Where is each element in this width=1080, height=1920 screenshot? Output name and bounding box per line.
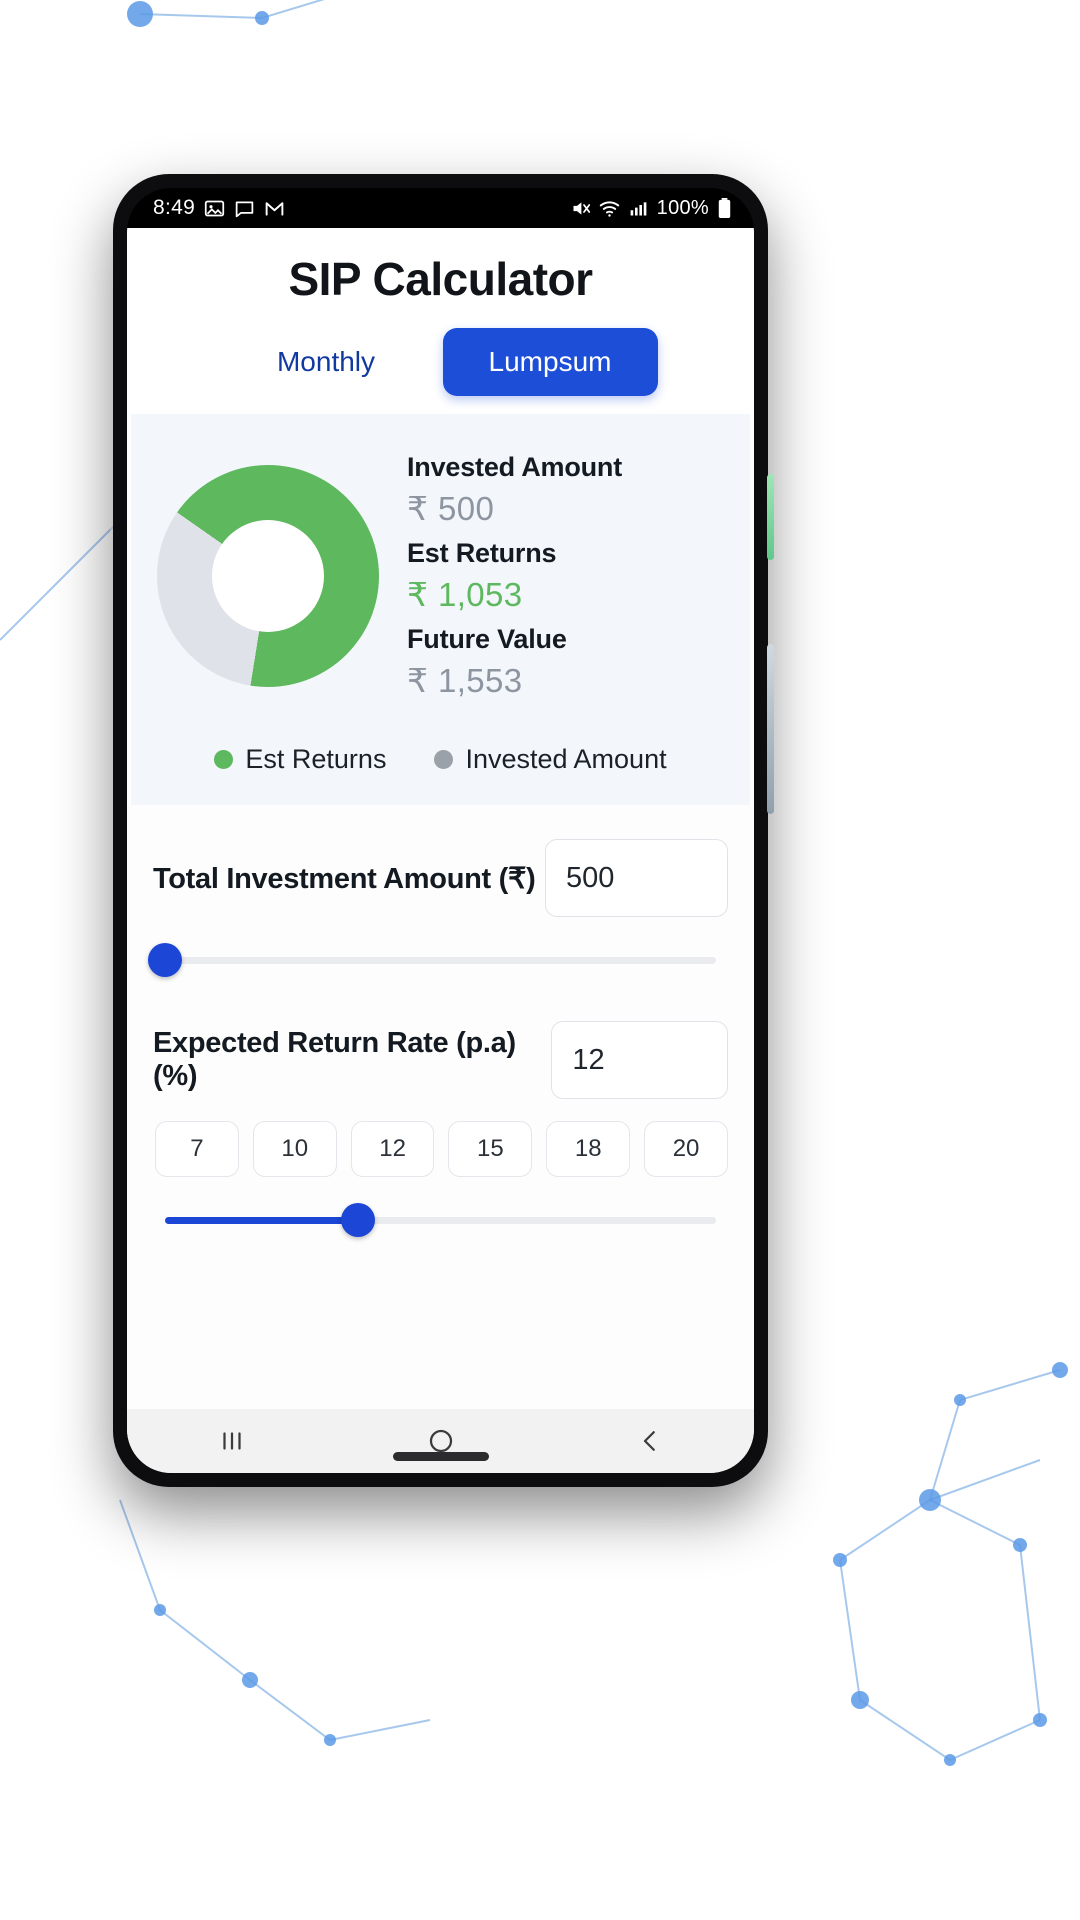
rate-preset-chips: 7 10 12 15 18 20 [153,1121,728,1177]
legend-item-est-returns: Est Returns [214,744,386,775]
legend-dot-grey [434,750,454,769]
est-returns-label: Est Returns [407,538,557,568]
rate-chip-15[interactable]: 15 [448,1121,533,1177]
return-rate-slider[interactable] [153,1193,728,1247]
side-button-volume[interactable] [767,644,774,814]
chat-icon [234,198,255,219]
investment-amount-input[interactable]: 500 [545,839,728,917]
phone-device-frame: 8:49 100% SIP Calculator Monthly Lumpsum… [113,174,774,1487]
image-icon [204,198,225,219]
gmail-icon [264,198,285,219]
investment-amount-label: Total Investment Amount (₹) [153,862,536,895]
est-returns-value: ₹ 1,053 [407,576,523,613]
slider-thumb[interactable] [148,943,182,977]
status-bar: 8:49 100% [127,188,754,228]
invested-amount-value: ₹ 500 [407,490,495,527]
invested-amount-label: Invested Amount [407,452,623,482]
slider-thumb[interactable] [340,1203,375,1237]
status-bar-left: 8:49 [153,196,285,220]
back-icon[interactable] [635,1426,665,1456]
slider-track [165,956,716,964]
result-summary-card: Invested Amount ₹ 500 Est Returns ₹ 1,05… [131,414,750,805]
future-value-label: Future Value [407,624,567,654]
battery-percent: 100% [656,196,709,219]
rate-chip-7[interactable]: 7 [155,1121,239,1177]
figures-list: Invested Amount ₹ 500 Est Returns ₹ 1,05… [397,452,724,700]
app-content: SIP Calculator Monthly Lumpsum Invested … [127,228,754,1473]
return-rate-label: Expected Return Rate (p.a) (%) [153,1027,516,1092]
legend-dot-green [214,750,234,769]
side-button-green[interactable] [767,474,774,560]
tab-monthly[interactable]: Monthly [224,328,429,396]
page-title: SIP Calculator [288,253,593,305]
tab-lumpsum[interactable]: Lumpsum [442,328,658,396]
future-value-value: ₹ 1,553 [407,662,523,699]
return-rate-input[interactable]: 12 [551,1021,728,1099]
legend-label-invested-amount: Invested Amount [465,744,667,774]
slider-fill [165,1216,358,1224]
tab-bar: Monthly Lumpsum [127,312,754,414]
signal-icon [628,198,649,219]
phone-screen: 8:49 100% SIP Calculator Monthly Lumpsum… [127,188,754,1473]
input-controls: Total Investment Amount (₹) 500 Expected… [127,805,754,1409]
status-time: 8:49 [153,196,196,219]
battery-icon [717,197,732,219]
donut-center-hole [212,520,324,632]
legend-item-invested-amount: Invested Amount [434,744,667,775]
android-nav-bar [127,1409,754,1473]
home-indicator [392,1452,489,1461]
status-bar-right: 100% [570,197,732,220]
legend-label-est-returns: Est Returns [245,744,387,774]
return-rate-row: Expected Return Rate (p.a) (%) 12 [153,987,728,1099]
wallpaper-background: 8:49 100% SIP Calculator Monthly Lumpsum… [0,0,1080,1920]
rate-chip-12[interactable]: 12 [350,1121,435,1177]
chart-legend: Est Returns Invested Amount [157,744,724,775]
wifi-icon [599,198,620,219]
donut-chart [157,465,379,687]
mute-icon [570,198,591,219]
investment-amount-slider[interactable] [148,933,728,987]
card-top-row: Invested Amount ₹ 500 Est Returns ₹ 1,05… [157,452,724,700]
investment-amount-row: Total Investment Amount (₹) 500 [153,805,728,917]
rate-chip-18[interactable]: 18 [546,1121,631,1177]
rate-chip-10[interactable]: 10 [252,1121,337,1177]
recents-icon[interactable] [217,1426,247,1456]
rate-chip-20[interactable]: 20 [644,1121,728,1177]
